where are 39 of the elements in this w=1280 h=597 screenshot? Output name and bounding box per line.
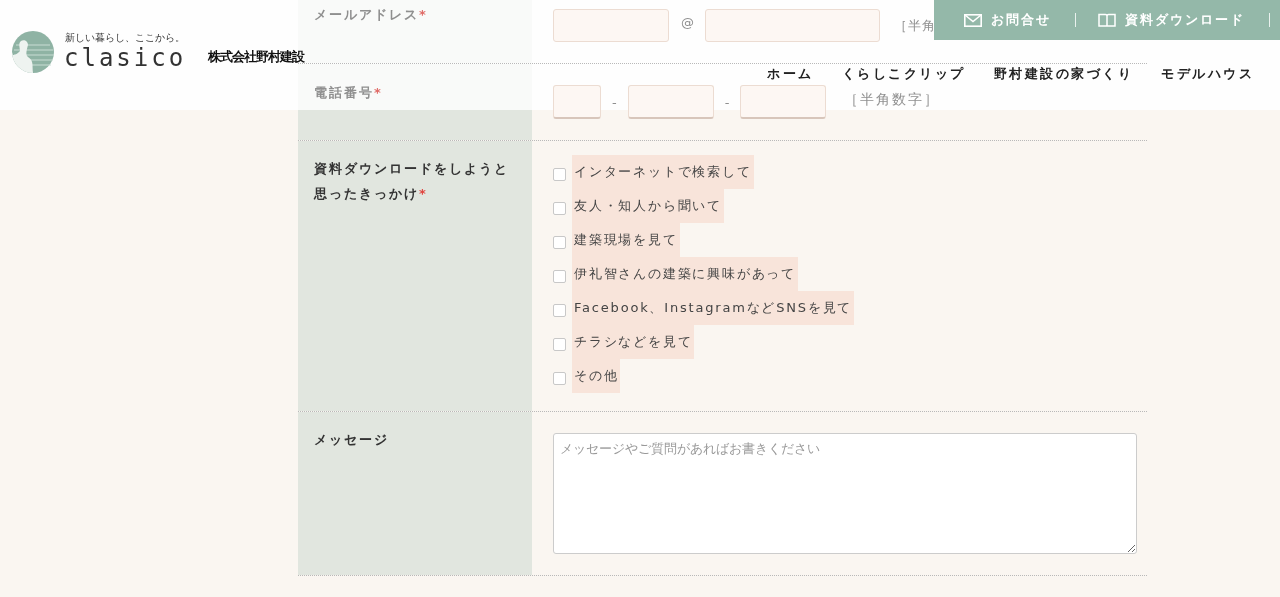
field-note: ［半角 — [894, 16, 936, 35]
brand-name[interactable]: clasico — [64, 43, 187, 73]
nav-link[interactable]: 野村建設の家づくり — [993, 64, 1133, 84]
message-field[interactable]: メッセージやご質問があればお書きください — [553, 433, 1137, 554]
company-name[interactable]: 株式会社野村建設 — [208, 48, 305, 66]
option-label[interactable]: その他 — [572, 359, 621, 393]
input-field[interactable] — [740, 85, 827, 119]
option-label[interactable]: 建築現場を見て — [572, 223, 680, 257]
option-label[interactable]: チラシなどを見て — [572, 325, 695, 359]
mail-icon — [964, 13, 982, 27]
dash: - — [724, 93, 730, 112]
field-label: メールアドレス* — [314, 6, 429, 24]
field-note: ［半角数字］ — [844, 91, 941, 109]
option-label[interactable]: 友人・知人から聞いて — [572, 189, 724, 223]
tagline: 新しい暮らし、ここから。 — [65, 32, 186, 43]
field-label: メッセージ — [314, 431, 390, 449]
option-label[interactable]: インターネットで検索して — [572, 155, 754, 189]
input-field[interactable] — [553, 85, 601, 119]
field-label: 電話番号* — [314, 84, 384, 102]
at-sign: @ — [681, 14, 694, 32]
logo-icon — [12, 31, 54, 73]
checkbox[interactable] — [553, 167, 566, 181]
checkbox[interactable] — [553, 303, 566, 317]
nav-link[interactable]: くらしこクリップ — [841, 64, 966, 84]
checkbox[interactable] — [553, 337, 566, 351]
checkbox[interactable] — [553, 201, 566, 215]
nav-link[interactable]: モデルハウス — [1161, 64, 1254, 84]
field-label: 資料ダウンロードをしようと思ったきっかけ* — [314, 160, 510, 203]
input-field[interactable] — [627, 85, 714, 119]
checkbox[interactable] — [553, 269, 566, 283]
checkbox[interactable] — [553, 371, 566, 385]
dash: - — [612, 93, 617, 112]
option-label[interactable]: 伊礼智さんの建築に興味があって — [572, 257, 798, 291]
book-icon — [1098, 13, 1116, 27]
nav-link[interactable]: ホーム — [767, 64, 814, 84]
input-field[interactable] — [705, 9, 880, 42]
input-field[interactable] — [553, 9, 669, 42]
checkbox[interactable] — [553, 235, 566, 249]
option-label[interactable]: Facebook、InstagramなどSNSを見て — [572, 291, 855, 325]
